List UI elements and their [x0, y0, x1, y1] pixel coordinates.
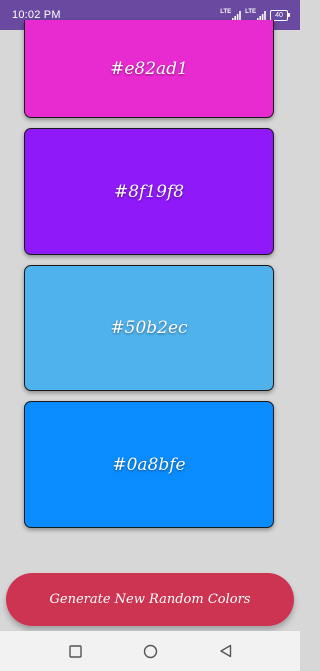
color-hex-label: #8f19f8: [113, 181, 185, 202]
square-icon[interactable]: [55, 631, 95, 671]
color-swatch-list[interactable]: #e82ad1 #8f19f8 #50b2ec #0a8bfe: [0, 20, 300, 550]
color-swatch[interactable]: #50b2ec: [24, 265, 274, 391]
generate-colors-button[interactable]: Generate New Random Colors: [6, 573, 294, 626]
battery-icon: 40: [270, 9, 290, 21]
color-swatch[interactable]: #e82ad1: [24, 20, 274, 118]
network-type-label: LTE: [245, 9, 256, 15]
battery-level: 40: [270, 9, 288, 21]
navigation-bar: [0, 631, 300, 671]
circle-icon[interactable]: [130, 631, 170, 671]
color-hex-label: #e82ad1: [110, 58, 188, 79]
color-hex-label: #50b2ec: [110, 318, 188, 338]
triangle-back-icon[interactable]: [205, 631, 245, 671]
network-type-label: LTE: [220, 9, 232, 15]
color-hex-label: #0a8bfe: [112, 454, 186, 475]
color-swatch[interactable]: #0a8bfe: [24, 401, 274, 528]
color-swatch[interactable]: #8f19f8: [24, 128, 274, 255]
